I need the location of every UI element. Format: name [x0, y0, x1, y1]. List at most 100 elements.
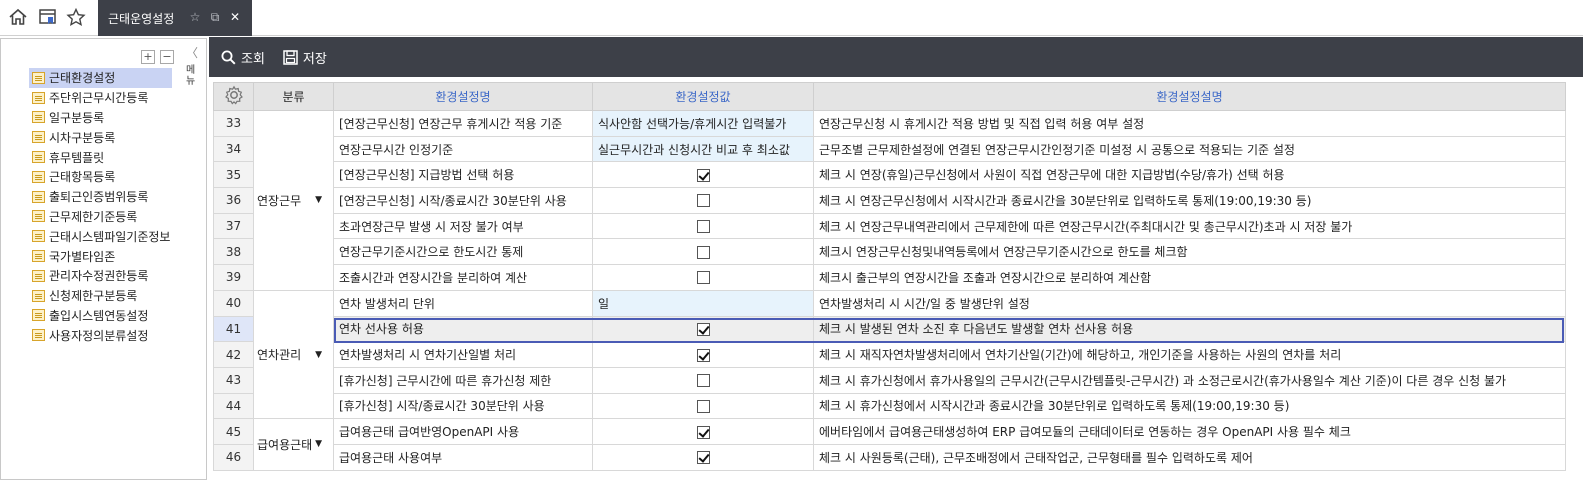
- row-number: 44: [213, 392, 254, 420]
- category-cell[interactable]: 연장근무 ▼: [253, 110, 334, 291]
- table-row[interactable]: 45 급여용근태 ▼ 급여용근태 급여반영OpenAPI 사용 에버타임에서 급여용근태…: [213, 418, 1566, 471]
- document-icon: [32, 309, 45, 322]
- setting-name-cell: 급여용근태 급여반영OpenAPI 사용: [333, 418, 593, 445]
- sidebar-item[interactable]: 신청제한구분등록: [29, 286, 172, 306]
- category-cell[interactable]: 급여용근태 ▼: [253, 418, 334, 471]
- table-row[interactable]: 38 연장근무기준시간으로 한도시간 통제 체크시 연장근무신청및내역등록에서 연장…: [213, 238, 1566, 266]
- setting-name-cell: [휴가신청] 시작/종료시간 30분단위 사용: [333, 392, 593, 420]
- header-category[interactable]: 분류: [253, 82, 334, 111]
- setting-value-checkbox-cell[interactable]: [592, 341, 814, 368]
- checkbox-checked[interactable]: [696, 451, 710, 465]
- setting-description-cell: 체크 시 연장근무신청에서 시작시간과 종료시간을 30분단위로 입력하도록 통…: [813, 187, 1566, 214]
- checkbox-checked[interactable]: [696, 322, 710, 336]
- sidebar-item[interactable]: 근무제한기준등록: [29, 207, 172, 227]
- dropdown-arrow-icon[interactable]: ▼: [315, 195, 322, 205]
- table-row[interactable]: 46 급여용근태 사용여부 체크 시 사원등록(근태), 근무조배정에서 근태작업군…: [213, 443, 1566, 471]
- category-label: 급여용근태: [257, 437, 313, 452]
- checkbox-unchecked[interactable]: [696, 399, 710, 413]
- checkbox-unchecked[interactable]: [696, 374, 710, 388]
- sidebar-item[interactable]: 시차구분등록: [29, 127, 172, 147]
- top-tab-bar: 근태운영설정 ☆ ⧉ ✕: [0, 0, 1583, 36]
- search-button[interactable]: 조회: [221, 48, 265, 67]
- setting-description-cell: 체크 시 재직자연차발생처리에서 연차기산일(기간)에 해당하고, 개인기준을 …: [813, 341, 1566, 368]
- setting-value-checkbox-cell[interactable]: [592, 443, 814, 471]
- dropdown-arrow-icon[interactable]: ▼: [315, 439, 322, 449]
- category-cell[interactable]: 연차관리 ▼: [253, 289, 334, 420]
- save-button[interactable]: 저장: [283, 48, 327, 67]
- table-row[interactable]: 40 연차관리 ▼ 연차 발생처리 단위 일 연차발생처리 시 시간/일 중 발생단위 설…: [213, 289, 1566, 420]
- dropdown-arrow-icon[interactable]: ▼: [315, 350, 322, 360]
- sidebar-item[interactable]: 국가별타임존: [29, 246, 172, 266]
- setting-value-cell[interactable]: 식사안함 선택가능/휴게시간 입력불가: [592, 110, 814, 137]
- checkbox-checked[interactable]: [696, 168, 710, 182]
- setting-name-cell: [연장근무신청] 시작/종료시간 30분단위 사용: [333, 187, 593, 214]
- row-number: 42: [213, 341, 254, 368]
- collapse-all-button[interactable]: −: [160, 50, 174, 64]
- expand-all-button[interactable]: +: [141, 50, 155, 64]
- table-row[interactable]: 39 조출시간과 연장시간을 분리하여 계산 체크시 출근부의 연장시간을 조출과 …: [213, 264, 1566, 291]
- checkbox-unchecked[interactable]: [696, 220, 710, 234]
- table-row[interactable]: 36 [연장근무신청] 시작/종료시간 30분단위 사용 체크 시 연장근무신청에서…: [213, 187, 1566, 214]
- checkbox-checked[interactable]: [696, 425, 710, 439]
- document-icon: [32, 71, 45, 84]
- home-icon[interactable]: [7, 6, 29, 28]
- sidebar-item[interactable]: 일구분등록: [29, 108, 172, 128]
- header-setting-value[interactable]: 환경설정값: [592, 82, 814, 111]
- save-disk-icon: [283, 49, 298, 65]
- setting-value-checkbox-cell[interactable]: [592, 187, 814, 214]
- tab-close-icon[interactable]: ✕: [228, 10, 242, 24]
- header-setting-name[interactable]: 환경설정명: [333, 82, 593, 111]
- table-row[interactable]: 43 [휴가신청] 근무시간에 따른 휴가신청 제한 체크 시 휴가신청에서 휴가사…: [213, 366, 1566, 394]
- setting-value-checkbox-cell[interactable]: [592, 315, 814, 343]
- sidebar-item-label: 신청제한구분등록: [49, 289, 138, 304]
- setting-value-checkbox-cell[interactable]: [592, 392, 814, 420]
- table-row[interactable]: 34 연장근무시간 인정기준 실근무시간과 신청시간 비교 후 최소값 근무조별 근무…: [213, 135, 1566, 163]
- setting-value-cell[interactable]: 실근무시간과 신청시간 비교 후 최소값: [592, 135, 814, 163]
- checkbox-checked[interactable]: [696, 348, 710, 362]
- sidebar-item[interactable]: 사용자정의분류설정: [29, 325, 172, 345]
- sidebar-item[interactable]: 출퇴근인증범위등록: [29, 187, 172, 207]
- table-row[interactable]: 42 연차발생처리 시 연차기산일별 처리 체크 시 재직자연차발생처리에서 연차기…: [213, 341, 1566, 368]
- table-row[interactable]: 44 [휴가신청] 시작/종료시간 30분단위 사용 체크 시 휴가신청에서 시작시…: [213, 392, 1566, 420]
- sidebar-item[interactable]: 주단위근무시간등록: [29, 88, 172, 108]
- favorite-star-icon[interactable]: [65, 6, 87, 28]
- sidebar-item[interactable]: 근태항목등록: [29, 167, 172, 187]
- table-row[interactable]: 41 연차 선사용 허용 체크 시 발생된 연차 소진 후 다음년도 발생할 연차 …: [213, 315, 1566, 343]
- setting-name-cell: [휴가신청] 근무시간에 따른 휴가신청 제한: [333, 366, 593, 394]
- table-row[interactable]: 35 [연장근무신청] 지급방법 선택 허용 체크 시 연장(휴일)근무신청에서 사…: [213, 161, 1566, 189]
- bookmark-list-icon[interactable]: [37, 6, 59, 28]
- sidebar-item[interactable]: 근태시스템파일기준정보: [29, 226, 172, 246]
- sidebar-item[interactable]: 휴무템플릿: [29, 147, 172, 167]
- setting-value-checkbox-cell[interactable]: [592, 264, 814, 291]
- row-number: 36: [213, 187, 254, 214]
- table-row[interactable]: 33 연장근무 ▼ [연장근무신청] 연장근무 휴게시간 적용 기준 식사안함 선택가능…: [213, 110, 1566, 291]
- sidebar-item[interactable]: 관리자수정권한등록: [29, 266, 172, 286]
- table-row[interactable]: 37 초과연장근무 발생 시 저장 불가 여부 체크 시 연장근무내역관리에서 근무…: [213, 212, 1566, 240]
- column-settings-button[interactable]: [213, 82, 254, 111]
- menu-sidebar: + − 근태환경설정 주단위근무시간등록일구분등록시차구분등록 휴무템플릿 근태항목등…: [0, 38, 207, 480]
- tab-attendance-settings[interactable]: 근태운영설정 ☆ ⧉ ✕: [98, 0, 252, 36]
- setting-description-cell: 체크 시 휴가신청에서 휴가사용일의 근무시간(근무시간템플릿-근무시간) 과 …: [813, 366, 1566, 394]
- sidebar-item[interactable]: 출입시스템연동설정: [29, 306, 172, 326]
- sidebar-item-label: 일구분등록: [49, 110, 105, 125]
- document-icon: [32, 250, 45, 263]
- header-setting-description[interactable]: 환경설정설명: [813, 82, 1566, 111]
- setting-description-cell: 체크 시 사원등록(근태), 근무조배정에서 근태작업군, 근무형태를 필수 입…: [813, 443, 1566, 471]
- setting-value-checkbox-cell[interactable]: [592, 161, 814, 189]
- setting-value-checkbox-cell[interactable]: [592, 238, 814, 266]
- setting-value-checkbox-cell[interactable]: [592, 366, 814, 394]
- checkbox-unchecked[interactable]: [696, 194, 710, 208]
- tab-pin-icon[interactable]: ☆: [188, 10, 202, 24]
- setting-description-cell: 에버타임에서 급여용근태생성하여 ERP 급여모듈의 근태데이터로 연동하는 경…: [813, 418, 1566, 445]
- sidebar-collapse-handle[interactable]: 〈 메뉴: [186, 44, 206, 87]
- checkbox-unchecked[interactable]: [696, 245, 710, 259]
- setting-value-checkbox-cell[interactable]: [592, 418, 814, 445]
- setting-value-checkbox-cell[interactable]: [592, 212, 814, 240]
- checkbox-unchecked[interactable]: [696, 271, 710, 285]
- setting-name-cell: [연장근무신청] 지급방법 선택 허용: [333, 161, 593, 189]
- tab-popout-icon[interactable]: ⧉: [208, 10, 222, 24]
- row-number: 38: [213, 238, 254, 266]
- setting-value-cell[interactable]: 일: [592, 289, 814, 317]
- setting-name-cell: 연차발생처리 시 연차기산일별 처리: [333, 341, 593, 368]
- sidebar-item[interactable]: 근태환경설정: [29, 68, 172, 88]
